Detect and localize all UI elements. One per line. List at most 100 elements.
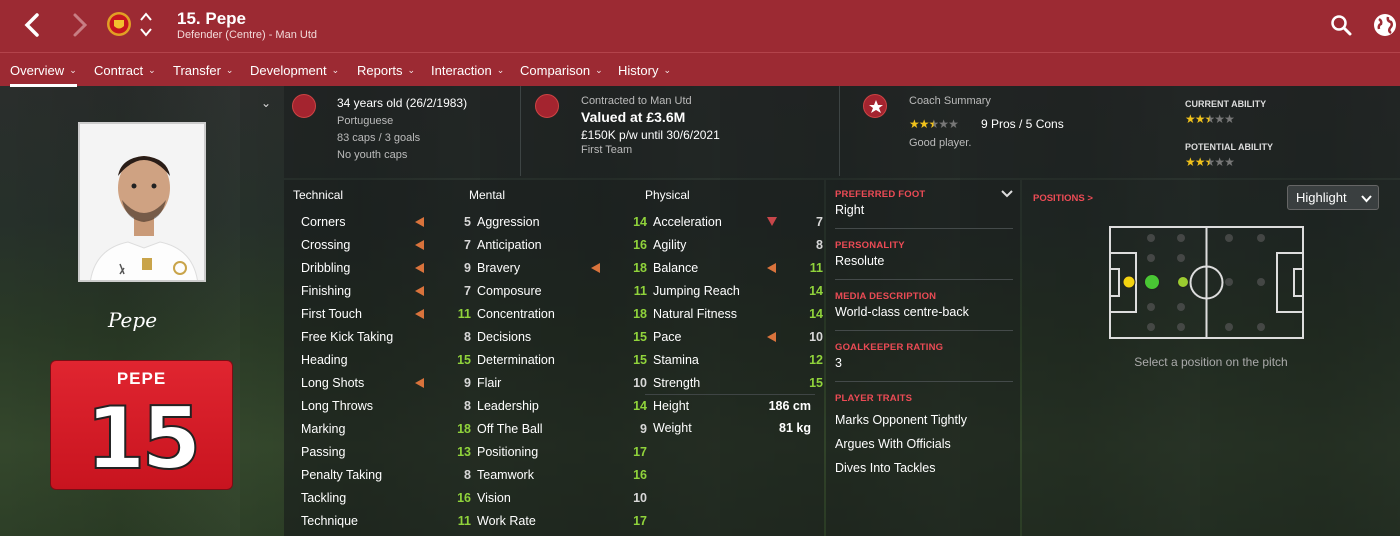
- attribute-row[interactable]: Long Throws 8: [301, 395, 471, 418]
- attribute-row[interactable]: Jumping Reach 14: [653, 280, 823, 303]
- attribute-row[interactable]: Aggression 14: [477, 211, 647, 234]
- attribute-row[interactable]: Free Kick Taking 8: [301, 326, 471, 349]
- attribute-name: Penalty Taking: [301, 468, 383, 482]
- mental-heading: Mental: [469, 188, 506, 202]
- tab-development[interactable]: Development ⌄: [250, 53, 339, 87]
- chevron-down-icon[interactable]: [1001, 190, 1013, 198]
- attribute-value: 10: [809, 330, 823, 344]
- trend-down-icon: [415, 378, 424, 388]
- tab-label: Transfer: [173, 62, 221, 78]
- attribute-row[interactable]: Positioning 17: [477, 441, 647, 464]
- attribute-row[interactable]: Strength 15: [653, 372, 823, 395]
- club-crest-icon[interactable]: [106, 11, 132, 37]
- attribute-row[interactable]: Teamwork 16: [477, 464, 647, 487]
- chevron-down-icon: [1361, 195, 1372, 203]
- attribute-row[interactable]: Marking 18: [301, 418, 471, 441]
- attribute-row[interactable]: Long Shots 9: [301, 372, 471, 395]
- attribute-row[interactable]: Flair 10: [477, 372, 647, 395]
- attribute-name: Positioning: [477, 445, 539, 459]
- positions-link[interactable]: POSITIONS >: [1033, 193, 1093, 204]
- attribute-row[interactable]: Decisions 15: [477, 326, 647, 349]
- tab-reports[interactable]: Reports ⌄: [357, 53, 415, 87]
- attribute-name: Work Rate: [477, 514, 536, 528]
- tab-history[interactable]: History ⌄: [618, 53, 671, 87]
- star-icon: ★: [1194, 155, 1206, 169]
- attribute-name: Concentration: [477, 307, 555, 321]
- attribute-row[interactable]: Composure 11: [477, 280, 647, 303]
- highlight-label: Highlight: [1296, 190, 1347, 205]
- attribute-row[interactable]: Tackling 16: [301, 487, 471, 510]
- contract-club[interactable]: Contracted to Man Utd: [581, 95, 692, 107]
- attribute-row[interactable]: Pace 10: [653, 326, 823, 349]
- tab-comparison[interactable]: Comparison ⌄: [520, 53, 603, 87]
- chevron-down-icon: ⌄: [69, 64, 77, 75]
- attribute-name: Long Shots: [301, 376, 365, 390]
- attribute-row[interactable]: Crossing 7: [301, 234, 471, 257]
- attribute-row[interactable]: Natural Fitness 14: [653, 303, 823, 326]
- attribute-row[interactable]: Anticipation 16: [477, 234, 647, 257]
- attribute-row[interactable]: Corners 5: [301, 211, 471, 234]
- attribute-row[interactable]: Bravery 18: [477, 257, 647, 280]
- tab-contract[interactable]: Contract ⌄: [94, 53, 156, 87]
- weight-label: Weight: [653, 421, 692, 435]
- tab-label: Development: [250, 62, 327, 78]
- attribute-value: 12: [809, 353, 823, 367]
- attribute-name: Passing: [301, 445, 346, 459]
- attribute-row[interactable]: Heading 15: [301, 349, 471, 372]
- media-description-label: MEDIA DESCRIPTION: [835, 291, 937, 302]
- attribute-row[interactable]: Acceleration 7: [653, 211, 823, 234]
- globe-icon[interactable]: [1373, 13, 1397, 37]
- attribute-name: Marking: [301, 422, 346, 436]
- attribute-name: Bravery: [477, 261, 521, 275]
- attribute-row[interactable]: Determination 15: [477, 349, 647, 372]
- player-switch-icon[interactable]: [139, 10, 153, 40]
- tab-interaction[interactable]: Interaction ⌄: [431, 53, 504, 87]
- divider: [835, 381, 1013, 382]
- attribute-row[interactable]: Passing 13: [301, 441, 471, 464]
- physical-heading: Physical: [645, 188, 690, 202]
- attribute-row[interactable]: Stamina 12: [653, 349, 823, 372]
- attribute-value: 16: [633, 238, 647, 252]
- forward-arrow-icon[interactable]: [70, 12, 90, 38]
- highlight-dropdown[interactable]: Highlight: [1287, 185, 1379, 210]
- height-label: Height: [653, 399, 690, 413]
- chevron-down-icon: ⌄: [663, 64, 671, 75]
- tab-label: Overview: [10, 62, 65, 78]
- attribute-row[interactable]: Work Rate 17: [477, 510, 647, 533]
- divider: [835, 330, 1013, 331]
- pitch-diagram[interactable]: [1109, 226, 1304, 339]
- star-icon: ★: [1224, 155, 1235, 169]
- attribute-row[interactable]: Penalty Taking 8: [301, 464, 471, 487]
- attribute-name: Aggression: [477, 215, 540, 229]
- attribute-row[interactable]: First Touch 11: [301, 303, 471, 326]
- tab-label: History: [618, 62, 659, 78]
- tab-transfer[interactable]: Transfer ⌄: [173, 53, 233, 87]
- attribute-row[interactable]: Off The Ball 9: [477, 418, 647, 441]
- tab-bar: Overview ⌄ Contract ⌄ Transfer ⌄ Development ⌄ R…: [0, 52, 1400, 87]
- star-icon: ★: [909, 117, 920, 131]
- nationality[interactable]: Portuguese: [337, 115, 393, 127]
- attribute-row[interactable]: Dribbling 9: [301, 257, 471, 280]
- divider: [835, 279, 1013, 280]
- tab-label: Interaction: [431, 62, 492, 78]
- tab-overview[interactable]: Overview ⌄: [10, 53, 77, 87]
- technical-heading: Technical: [293, 188, 344, 202]
- trait-item: Dives Into Tackles: [835, 461, 936, 475]
- trend-down-icon: [767, 332, 776, 342]
- attribute-row[interactable]: Technique 11: [301, 510, 471, 533]
- attribute-value: 10: [633, 376, 647, 390]
- attribute-name: Flair: [477, 376, 502, 390]
- attribute-row[interactable]: Vision 10: [477, 487, 647, 510]
- search-icon[interactable]: [1330, 14, 1352, 36]
- height-value: 186 cm: [768, 399, 811, 413]
- collapse-chevron-icon[interactable]: ⌄: [261, 96, 271, 110]
- attribute-row[interactable]: Concentration 18: [477, 303, 647, 326]
- attribute-row[interactable]: Finishing 7: [301, 280, 471, 303]
- international-caps: 83 caps / 3 goals: [337, 132, 421, 144]
- coach-summary-label[interactable]: Coach Summary: [909, 95, 991, 107]
- attribute-value: 8: [464, 468, 471, 482]
- attribute-row[interactable]: Agility 8: [653, 234, 823, 257]
- attribute-row[interactable]: Balance 11: [653, 257, 823, 280]
- attribute-row[interactable]: Leadership 14: [477, 395, 647, 418]
- back-arrow-icon[interactable]: [22, 12, 42, 38]
